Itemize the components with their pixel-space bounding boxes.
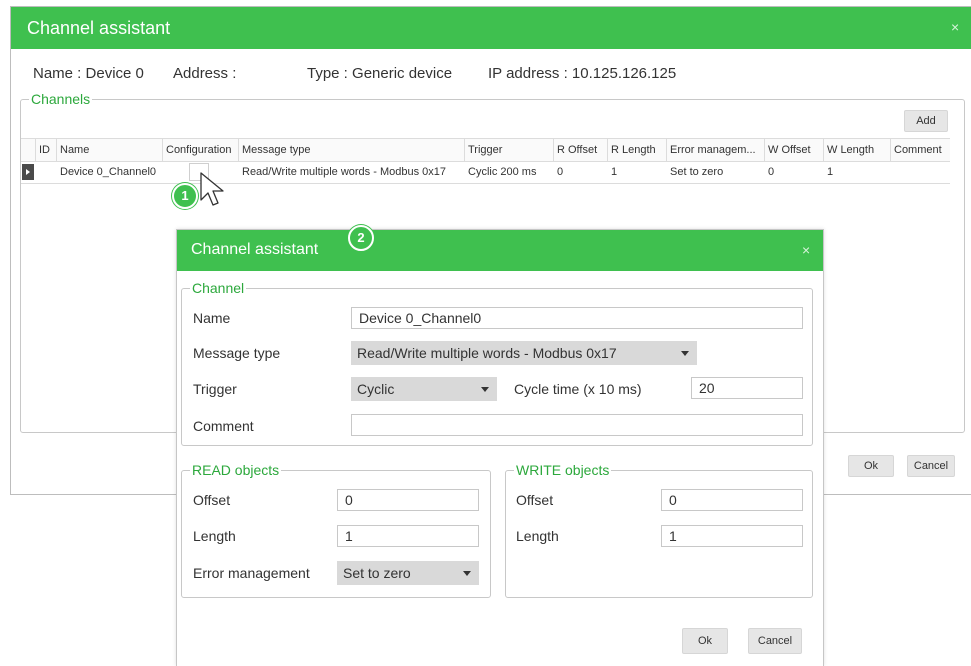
error-management-select[interactable]: Set to zero [337, 561, 479, 585]
header-comment[interactable]: Comment [891, 139, 950, 161]
cell-comment [891, 161, 894, 183]
name-label: Name [193, 310, 231, 326]
cell-w-length: 1 [827, 166, 834, 178]
cell-message-type: Read/Write multiple words - Modbus 0x17 [242, 166, 446, 178]
channel-legend: Channel [192, 280, 245, 296]
cell-name: Device 0_Channel0 [60, 166, 157, 178]
channels-legend: Channels [31, 91, 91, 107]
error-management-label: Error management [193, 565, 310, 581]
chevron-down-icon [681, 351, 689, 356]
device-name-info: Name : Device 0 [33, 65, 144, 82]
cell-r-offset: 0 [557, 166, 564, 178]
inner-cancel-button[interactable]: Cancel [748, 628, 802, 654]
cell-trigger: Cyclic 200 ms [468, 166, 537, 178]
header-row-selector [21, 139, 36, 161]
comment-input[interactable] [351, 414, 803, 436]
header-name[interactable]: Name [57, 139, 163, 161]
header-id[interactable]: ID [36, 139, 57, 161]
trigger-value: Cyclic [357, 381, 395, 397]
callout-2-badge: 2 [348, 225, 374, 251]
error-management-value: Set to zero [343, 565, 411, 581]
name-input[interactable]: Device 0_Channel0 [351, 307, 803, 329]
chevron-down-icon [481, 387, 489, 392]
comment-label: Comment [193, 418, 254, 434]
read-offset-input[interactable]: 0 [337, 489, 479, 511]
outer-dialog-title: Channel assistant [27, 18, 171, 38]
message-type-select[interactable]: Read/Write multiple words - Modbus 0x17 [351, 341, 697, 365]
header-r-offset[interactable]: R Offset [554, 139, 608, 161]
cell-r-length: 1 [611, 166, 618, 178]
read-objects-legend: READ objects [192, 462, 280, 478]
header-error-management[interactable]: Error managem... [667, 139, 765, 161]
outer-ok-button[interactable]: Ok [848, 455, 894, 477]
trigger-select[interactable]: Cyclic [351, 377, 497, 401]
cell-w-offset: 0 [768, 166, 775, 178]
ip-address-info: IP address : 10.125.126.125 [488, 65, 677, 82]
header-w-offset[interactable]: W Offset [765, 139, 824, 161]
trigger-label: Trigger [193, 381, 237, 397]
inner-dialog-title: Channel assistant [191, 241, 319, 258]
cycle-time-input[interactable]: 20 [691, 377, 803, 399]
header-trigger[interactable]: Trigger [465, 139, 554, 161]
outer-close-icon[interactable]: × [951, 19, 959, 35]
write-length-label: Length [516, 528, 559, 544]
header-message-type[interactable]: Message type [239, 139, 465, 161]
read-offset-label: Offset [193, 492, 231, 508]
address-info: Address : [173, 65, 237, 82]
inner-close-icon[interactable]: × [802, 242, 810, 258]
mouse-pointer-icon [200, 172, 224, 206]
type-info: Type : Generic device [307, 65, 453, 82]
header-r-length[interactable]: R Length [608, 139, 667, 161]
read-length-label: Length [193, 528, 236, 544]
inner-dialog: Channel assistant × Channel Name Device … [176, 229, 824, 666]
write-objects-legend: WRITE objects [516, 462, 610, 478]
write-offset-label: Offset [516, 492, 554, 508]
write-offset-input[interactable]: 0 [661, 489, 803, 511]
header-w-length[interactable]: W Length [824, 139, 891, 161]
outer-cancel-button[interactable]: Cancel [907, 455, 955, 477]
write-length-input[interactable]: 1 [661, 525, 803, 547]
cycle-time-label: Cycle time (x 10 ms) [514, 381, 642, 397]
chevron-down-icon [463, 571, 471, 576]
callout-1-badge: 1 [172, 183, 198, 209]
header-configuration[interactable]: Configuration [163, 139, 239, 161]
cell-error-management: Set to zero [670, 166, 724, 178]
inner-ok-button[interactable]: Ok [682, 628, 728, 654]
read-length-input[interactable]: 1 [337, 525, 479, 547]
channels-table-header: ID Name Configuration Message type Trigg… [21, 138, 950, 162]
row-selector-icon[interactable] [22, 164, 34, 180]
message-type-label: Message type [193, 345, 281, 361]
message-type-value: Read/Write multiple words - Modbus 0x17 [357, 345, 617, 361]
table-row[interactable]: Device 0_Channel0 Read/Write multiple wo… [21, 161, 950, 184]
cell-id [36, 161, 39, 183]
add-button[interactable]: Add [904, 110, 948, 132]
